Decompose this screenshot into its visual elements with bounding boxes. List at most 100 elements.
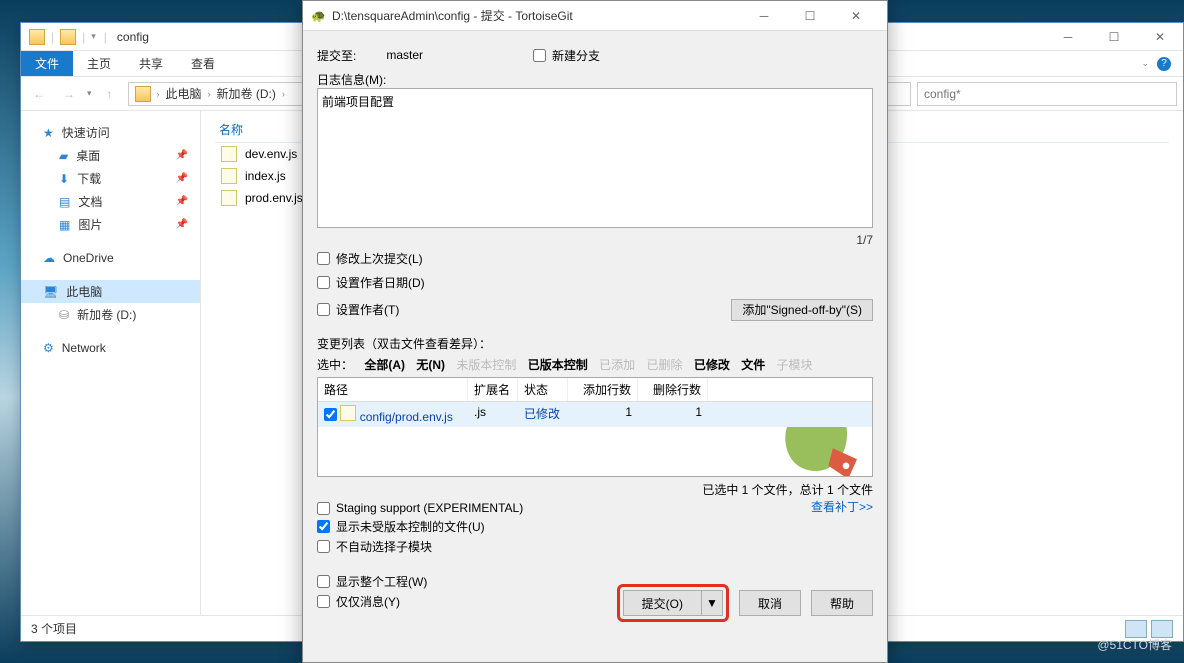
checkbox-input[interactable] [317, 540, 330, 553]
dialog-body: 提交至: master 新建分支 日志信息(M): 1/7 修改上次提交(L) … [303, 31, 887, 630]
branch-name: master [386, 48, 423, 62]
filter-unversioned[interactable]: 未版本控制 [456, 358, 516, 372]
signed-off-button[interactable]: 添加"Signed-off-by"(S) [731, 299, 873, 321]
cancel-button[interactable]: 取消 [739, 590, 801, 616]
commit-dropdown-button[interactable]: ▼ [701, 590, 723, 616]
sidebar-quick-access[interactable]: ★快速访问 [21, 121, 200, 144]
chevron-down-icon[interactable]: ▾ [91, 31, 96, 42]
chevron-right-icon: › [282, 89, 285, 99]
drive-icon: ⛁ [59, 308, 69, 322]
sidebar-network[interactable]: ⚙Network [21, 338, 200, 358]
checkbox-input[interactable] [317, 520, 330, 533]
select-label: 选中： [317, 358, 353, 372]
checkbox-input[interactable] [317, 303, 330, 316]
dialog-title: D:\tensquareAdmin\config - 提交 - Tortoise… [326, 7, 573, 24]
select-all-link[interactable]: 全部(A) [364, 358, 405, 372]
dialog-titlebar: 🐢 D:\tensquareAdmin\config - 提交 - Tortoi… [303, 1, 887, 31]
close-button[interactable]: ✕ [833, 1, 879, 30]
breadcrumb[interactable]: 新加卷 (D:) [217, 85, 276, 102]
pin-icon: 📌 [176, 173, 188, 184]
sidebar-volume[interactable]: ⛁新加卷 (D:) [21, 303, 200, 326]
ribbon-expand-icon[interactable]: ⌄ [1141, 58, 1149, 69]
sidebar-desktop[interactable]: ▰桌面📌 [21, 144, 200, 167]
checkbox-input[interactable] [317, 502, 330, 515]
maximize-button[interactable]: ☐ [1091, 23, 1137, 51]
thispc-icon: 🖥 [43, 285, 58, 299]
checkbox-input[interactable] [317, 595, 330, 608]
window-controls: ─ ☐ ✕ [1045, 23, 1183, 51]
sidebar-this-pc[interactable]: 🖥 此电脑 [21, 280, 200, 303]
maximize-button[interactable]: ☐ [787, 1, 833, 30]
desktop-icon: ▰ [59, 149, 68, 163]
view-large-button[interactable] [1151, 620, 1173, 638]
label: 此电脑 [66, 283, 102, 300]
tab-view[interactable]: 查看 [177, 51, 229, 76]
filter-submodule[interactable]: 子模块 [777, 358, 813, 372]
nav-forward-button[interactable]: → [57, 82, 81, 106]
col-add[interactable]: 添加行数 [568, 378, 638, 401]
col-ext[interactable]: 扩展名 [468, 378, 518, 401]
search-input[interactable] [917, 82, 1177, 106]
checkbox-input[interactable] [317, 276, 330, 289]
checkbox-input[interactable] [317, 252, 330, 265]
pin-icon: 📌 [176, 150, 188, 161]
nav-up-button[interactable]: ↑ [98, 82, 122, 106]
document-icon: ▤ [59, 195, 70, 209]
tab-home[interactable]: 主页 [73, 51, 125, 76]
tab-file[interactable]: 文件 [21, 51, 73, 76]
amend-checkbox[interactable]: 修改上次提交(L) [317, 250, 873, 267]
file-name: prod.env.js [245, 191, 303, 205]
pin-icon: 📌 [176, 196, 188, 207]
checkbox-input[interactable] [317, 575, 330, 588]
select-none-link[interactable]: 无(N) [416, 358, 445, 372]
close-button[interactable]: ✕ [1137, 23, 1183, 51]
new-branch-checkbox[interactable]: 新建分支 [533, 47, 600, 64]
help-button[interactable]: 帮助 [811, 590, 873, 616]
sidebar-downloads[interactable]: ⬇下载📌 [21, 167, 200, 190]
minimize-button[interactable]: ─ [1045, 23, 1091, 51]
network-icon: ⚙ [43, 341, 54, 355]
message-only-checkbox[interactable]: 仅仅消息(Y) [317, 593, 617, 610]
col-status[interactable]: 状态 [518, 378, 568, 401]
view-details-button[interactable] [1125, 620, 1147, 638]
watermark: @51CTO博客 [1097, 636, 1172, 653]
label: 不自动选择子模块 [336, 538, 432, 555]
set-date-checkbox[interactable]: 设置作者日期(D) [317, 274, 425, 291]
label: 修改上次提交(L) [336, 250, 423, 267]
cell-status: 已修改 [518, 402, 568, 427]
minimize-button[interactable]: ─ [741, 1, 787, 30]
table-row[interactable]: config/prod.env.js .js 已修改 1 1 [318, 402, 872, 427]
filter-versioned[interactable]: 已版本控制 [528, 358, 588, 372]
cell-path: config/prod.env.js [318, 402, 468, 427]
show-whole-project-checkbox[interactable]: 显示整个工程(W) [317, 573, 617, 590]
help-icon[interactable]: ? [1157, 57, 1171, 71]
breadcrumb[interactable]: 此电脑 [166, 85, 202, 102]
commit-button[interactable]: 提交(O) [623, 590, 701, 616]
staging-checkbox[interactable]: Staging support (EXPERIMENTAL) [317, 501, 811, 515]
pin-icon: 📌 [176, 219, 188, 230]
tab-share[interactable]: 共享 [125, 51, 177, 76]
no-auto-submodule-checkbox[interactable]: 不自动选择子模块 [317, 538, 811, 555]
col-path[interactable]: 路径 [318, 378, 468, 401]
sidebar: ★快速访问 ▰桌面📌 ⬇下载📌 ▤文档📌 ▦图片📌 ☁OneDrive 🖥 此电脑… [21, 111, 201, 615]
show-unversioned-checkbox[interactable]: 显示未受版本控制的文件(U) [317, 518, 811, 535]
filter-added[interactable]: 已添加 [599, 358, 635, 372]
view-patch-link[interactable]: 查看补丁>> [811, 498, 873, 558]
recent-dropdown-icon[interactable]: ▾ [87, 88, 92, 99]
col-del[interactable]: 删除行数 [638, 378, 708, 401]
set-author-checkbox[interactable]: 设置作者(T) [317, 301, 399, 318]
js-file-icon [221, 146, 237, 162]
nav-back-button[interactable]: ← [27, 82, 51, 106]
sidebar-documents[interactable]: ▤文档📌 [21, 190, 200, 213]
checkbox-input[interactable] [533, 49, 546, 62]
sidebar-onedrive[interactable]: ☁OneDrive [21, 248, 200, 268]
row-checkbox[interactable] [324, 408, 337, 421]
folder-icon [29, 29, 45, 45]
log-message-input[interactable] [317, 88, 873, 228]
sidebar-pictures[interactable]: ▦图片📌 [21, 213, 200, 236]
file-name: index.js [245, 169, 286, 183]
filter-modified[interactable]: 已修改 [694, 358, 730, 372]
filter-deleted[interactable]: 已删除 [646, 358, 682, 372]
label: 提交(O) [642, 595, 683, 612]
filter-files[interactable]: 文件 [741, 358, 765, 372]
